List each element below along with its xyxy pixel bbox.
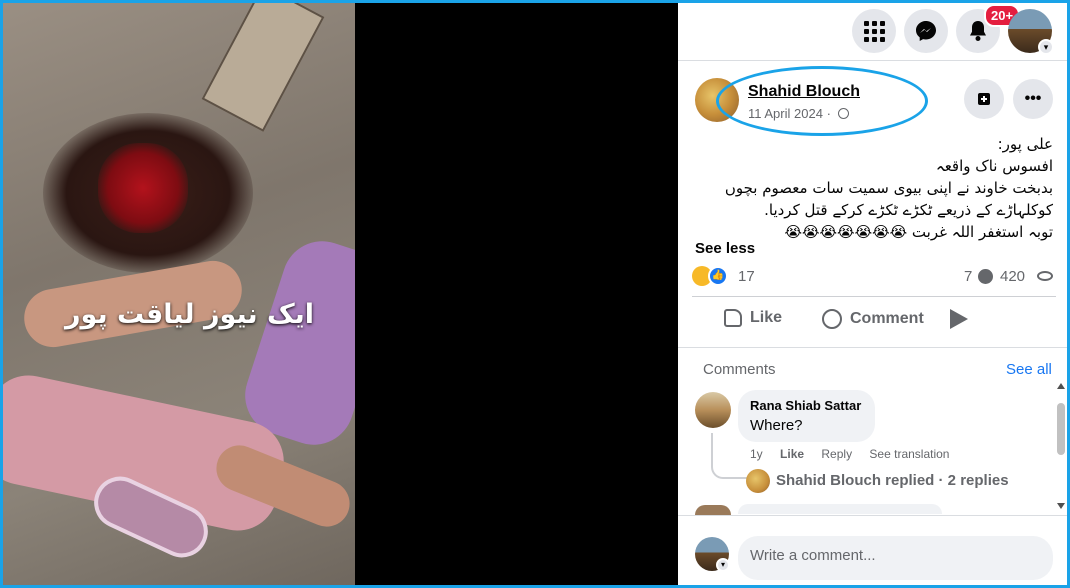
comments-heading: Comments bbox=[703, 361, 776, 378]
see-translation-link[interactable]: See translation bbox=[869, 447, 949, 461]
comment-label: Comment bbox=[850, 310, 924, 327]
comment-like-link[interactable]: Like bbox=[780, 447, 804, 461]
commenter-avatar[interactable] bbox=[695, 392, 731, 428]
chevron-down-icon[interactable]: ▾ bbox=[716, 558, 730, 572]
commenter-avatar-partial bbox=[695, 505, 731, 515]
like-reaction-icon[interactable]: 👍 bbox=[708, 266, 728, 286]
divider bbox=[678, 347, 1067, 348]
comment-input[interactable]: Write a comment... bbox=[738, 536, 1053, 580]
post-panel: 20+ ▾ Shahid Blouch 11 April 2024 · ••• … bbox=[678, 3, 1067, 585]
reaction-count[interactable]: 17 bbox=[738, 268, 755, 285]
chevron-down-icon[interactable]: ▾ bbox=[1038, 39, 1054, 55]
comments-scrollbar[interactable] bbox=[1055, 383, 1067, 513]
post-line: بدبخت خاوند نے اپنی بیوی سمیت سات معصوم … bbox=[724, 179, 1053, 197]
video-overlay-text: ایک نیوز لیاقت پور bbox=[65, 299, 315, 330]
post-line: علی پور: bbox=[997, 135, 1053, 153]
bookmark-plus-icon bbox=[978, 93, 990, 105]
grid-menu-icon bbox=[863, 20, 885, 42]
comment-count[interactable]: 7 bbox=[964, 268, 972, 285]
post-line: افسوس ناک واقعہ bbox=[935, 157, 1053, 175]
thread-line bbox=[711, 433, 747, 479]
messenger-icon bbox=[916, 21, 936, 41]
bell-icon bbox=[970, 21, 986, 41]
divider bbox=[678, 515, 1067, 516]
reactions-summary: 👍 17 7 420 bbox=[692, 265, 1057, 289]
replier-avatar bbox=[746, 469, 770, 493]
grid-menu-button[interactable] bbox=[852, 9, 896, 53]
video-player[interactable]: ایک نیوز لیاقت پور bbox=[3, 3, 678, 585]
messenger-button[interactable] bbox=[904, 9, 948, 53]
comment-text: Where? bbox=[750, 417, 803, 434]
scroll-up-icon[interactable] bbox=[1057, 383, 1065, 389]
post-body: علی پور: افسوس ناک واقعہ بدبخت خاوند نے … bbox=[693, 133, 1053, 243]
see-less-link[interactable]: See less bbox=[695, 240, 755, 257]
post-header: Shahid Blouch 11 April 2024 · ••• bbox=[678, 63, 1067, 136]
scroll-down-icon[interactable] bbox=[1057, 503, 1065, 509]
comment-reply-link[interactable]: Reply bbox=[821, 447, 852, 461]
highlight-ellipse bbox=[716, 66, 928, 136]
comment-icon bbox=[822, 309, 842, 329]
comment-time[interactable]: 1y bbox=[750, 447, 763, 461]
comment-meta: 1y Like Reply See translation bbox=[750, 447, 963, 461]
video-frame[interactable]: ایک نیوز لیاقت پور bbox=[3, 3, 355, 585]
thumbs-up-icon bbox=[724, 309, 742, 327]
top-bar: 20+ ▾ bbox=[678, 3, 1067, 61]
post-line: کوکلہاڑے کے ذریعے ٹکڑے ٹکڑے کرکے قتل کرد… bbox=[764, 201, 1053, 219]
eye-icon bbox=[1037, 271, 1053, 281]
comment-bubble: Rana Shiab Sattar Where? bbox=[738, 390, 875, 442]
comment-button[interactable]: Comment bbox=[822, 309, 924, 329]
see-all-link[interactable]: See all bbox=[1006, 361, 1052, 378]
share-icon bbox=[950, 309, 968, 329]
like-button[interactable]: Like bbox=[724, 309, 782, 327]
comment-bubble-icon bbox=[978, 269, 993, 284]
share-button[interactable] bbox=[950, 309, 968, 329]
scrollbar-thumb[interactable] bbox=[1057, 403, 1065, 455]
more-options-button[interactable]: ••• bbox=[1013, 79, 1053, 119]
save-post-button[interactable] bbox=[964, 79, 1004, 119]
post-actions: Like Comment bbox=[692, 296, 1056, 346]
view-count: 420 bbox=[1000, 268, 1026, 285]
ellipsis-icon: ••• bbox=[1024, 90, 1042, 107]
comment-bubble-partial bbox=[738, 504, 942, 514]
like-label: Like bbox=[750, 309, 783, 326]
commenter-name[interactable]: Rana Shiab Sattar bbox=[750, 398, 861, 413]
view-replies-link[interactable]: Shahid Blouch replied · 2 replies bbox=[776, 472, 1009, 489]
